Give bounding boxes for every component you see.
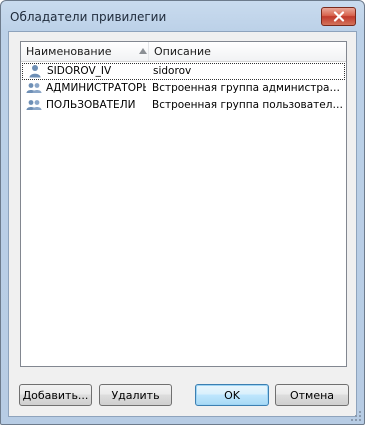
list-rows: SIDOROV_IV sidorov АДМИНИСТРАТОРЫ Встрое… [21, 63, 346, 114]
row-name: АДМИНИСТРАТОРЫ [46, 82, 146, 94]
row-description: Встроенная группа администрато... [152, 82, 344, 94]
row-name: ПОЛЬЗОВАТЕЛИ [46, 99, 136, 111]
group-icon [26, 100, 42, 110]
ok-button[interactable]: OK [195, 384, 269, 406]
list-row-users[interactable]: ПОЛЬЗОВАТЕЛИ Встроенная группа пользоват… [21, 97, 346, 114]
column-header-name[interactable]: Наименование [21, 42, 149, 61]
row-description: sidorov [153, 65, 192, 77]
add-button[interactable]: Добавить... [19, 384, 92, 406]
list-row-sidorov[interactable]: SIDOROV_IV sidorov [22, 63, 345, 80]
sort-ascending-icon [139, 48, 147, 54]
column-header-description[interactable]: Описание [149, 42, 346, 61]
list-header: Наименование Описание [21, 42, 346, 62]
dialog-window: Обладатели привилегии Наименование Описа… [0, 0, 365, 425]
cancel-button[interactable]: Отмена [275, 384, 349, 406]
close-button[interactable] [321, 7, 356, 26]
close-icon [333, 11, 344, 22]
privilege-holders-list[interactable]: Наименование Описание SIDOROV_IV sidorov [20, 41, 347, 367]
row-name: SIDOROV_IV [47, 65, 112, 77]
resize-grip-icon[interactable] [351, 411, 362, 422]
title-bar[interactable]: Обладатели привилегии [1, 1, 364, 35]
column-header-name-label: Наименование [26, 45, 112, 58]
column-header-description-label: Описание [154, 45, 211, 58]
window-title: Обладатели привилегии [10, 10, 167, 24]
row-description: Встроенная группа пользователей [152, 99, 344, 111]
dialog-body: Наименование Описание SIDOROV_IV sidorov [8, 31, 357, 417]
list-row-administrators[interactable]: АДМИНИСТРАТОРЫ Встроенная группа админис… [21, 80, 346, 97]
user-icon [29, 65, 41, 78]
group-icon [26, 83, 42, 93]
delete-button[interactable]: Удалить [99, 384, 172, 406]
